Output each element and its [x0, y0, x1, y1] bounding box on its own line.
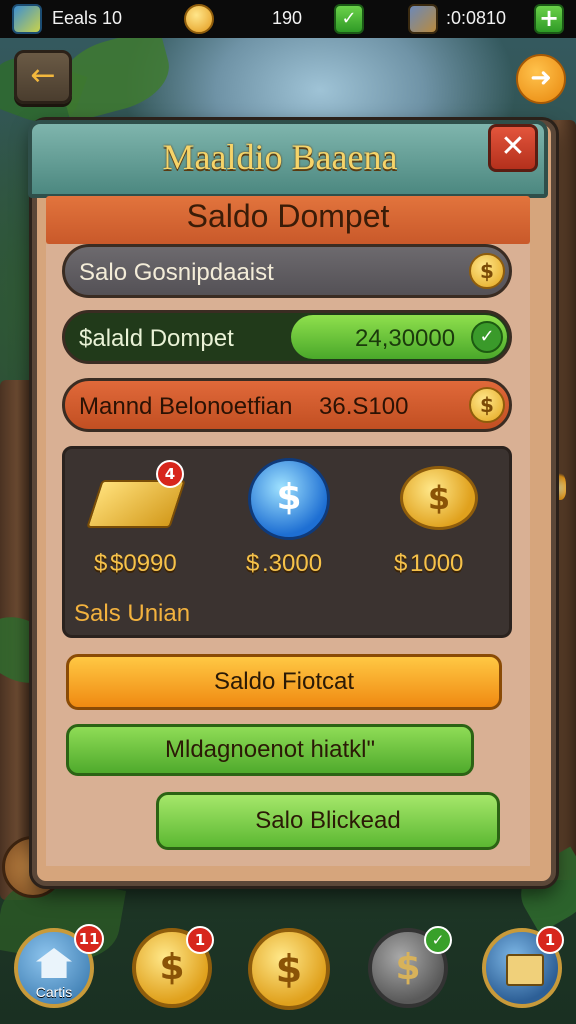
dialog-title: Maaldio Baaena [162, 137, 398, 177]
row-value: 36.S100 [319, 393, 409, 420]
list-icon [506, 954, 544, 986]
price-currency-icon: $ [246, 550, 260, 577]
nav-badge: 11 [74, 924, 104, 954]
balance-row-3[interactable]: Mannd Belonoetfian 36.S100 $ [62, 378, 512, 432]
items-label: Sals Unian [74, 600, 191, 627]
balance-row-1[interactable]: Salo Gosnipdaaist $ [62, 244, 512, 298]
coin-icon: $ [469, 387, 505, 423]
status-bar: Eeals 10 190 ✓ :0:0810 + [0, 0, 576, 38]
check-icon: ✓ [471, 321, 503, 353]
price-currency-icon: $ [94, 550, 108, 577]
back-button[interactable]: ← [14, 50, 72, 104]
coin-icon [184, 4, 214, 34]
nav-label: Cartis [35, 984, 73, 1000]
nav-shop-button[interactable]: $ [248, 928, 330, 1010]
secondary-action-button[interactable]: Mldagnoenot hiatkl" [66, 724, 474, 776]
row-label: $alald Dompet [79, 325, 234, 352]
primary-action-button[interactable]: Saldo Fiotcat [66, 654, 502, 710]
row-label: Mannd Belonoetfian [79, 393, 293, 420]
tertiary-action-button[interactable]: Salo Blickead [156, 792, 500, 850]
resource-2-value: 190 [272, 8, 303, 28]
item-price: $0990 [110, 550, 177, 577]
item-badge: 4 [156, 460, 184, 488]
item-price: .3000 [262, 550, 323, 577]
map-icon [12, 4, 42, 34]
dialog-subtitle: Saldo Dompet [186, 198, 390, 234]
blue-coin-icon[interactable]: $ [248, 458, 330, 540]
nav-badge: ✓ [424, 926, 452, 954]
close-button[interactable]: ✕ [488, 124, 538, 172]
balance-row-2[interactable]: $alald Dompet 24,30000 ✓ [62, 310, 512, 364]
row-label: Salo Gosnipdaaist [79, 259, 274, 286]
check-icon[interactable]: ✓ [334, 4, 364, 34]
coin-icon: $ [469, 253, 505, 289]
house-icon [36, 948, 72, 978]
chest-icon [408, 4, 438, 34]
resource-3-value: :0:0810 [446, 8, 507, 28]
item-price: 1000 [410, 550, 464, 577]
nav-badge: 1 [536, 926, 564, 954]
nav-badge: 1 [186, 926, 214, 954]
price-currency-icon: $ [394, 550, 408, 577]
add-button[interactable]: + [534, 4, 564, 34]
forward-button[interactable]: ➜ [516, 54, 566, 104]
gold-coin-icon[interactable]: $ [400, 466, 478, 530]
row-value: 24,30000 [355, 325, 456, 352]
resource-1-value: Eeals 10 [52, 8, 123, 28]
